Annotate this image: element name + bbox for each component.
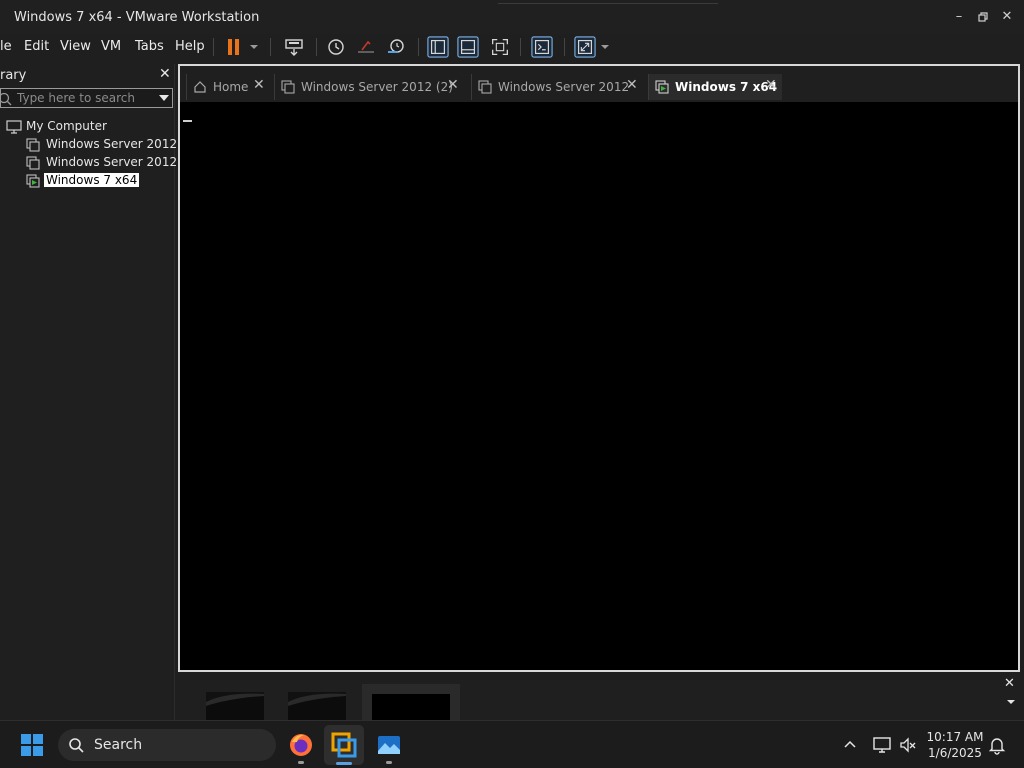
console-view-icon[interactable]: [530, 36, 554, 58]
vm-thumbnail[interactable]: [206, 692, 264, 720]
close-icon[interactable]: ✕: [996, 6, 1018, 28]
clock-date: 1/6/2025: [928, 746, 982, 760]
vm-icon: [26, 138, 40, 152]
tree-item-label: Windows Server 2012 (2): [46, 155, 198, 169]
menu-view[interactable]: View: [60, 39, 91, 54]
active-indicator: [336, 762, 352, 765]
toolbar-separator: [213, 38, 214, 56]
library-title: rary: [0, 68, 27, 83]
volume-muted-icon[interactable]: [898, 735, 918, 755]
taskbar-search-label: Search: [94, 737, 143, 753]
title-divider: [498, 0, 718, 4]
minimize-icon[interactable]: –: [948, 6, 970, 28]
tab-home[interactable]: Home ✕: [186, 74, 270, 100]
vm-icon: [478, 80, 492, 94]
vmware-icon[interactable]: [331, 732, 357, 758]
vm-running-icon: [26, 174, 40, 188]
thumbnail-bar: ✕: [178, 676, 1020, 720]
window-title: Windows 7 x64 - VMware Workstation: [14, 10, 260, 25]
menu-bar: le Edit View VM Tabs Help: [0, 34, 1024, 60]
tree-item-label: Windows 7 x64: [44, 173, 140, 187]
tab-windows-server-2012[interactable]: Windows Server 2012 ✕: [471, 74, 643, 100]
pause-icon[interactable]: [224, 36, 244, 58]
firefox-icon[interactable]: [288, 732, 314, 758]
toolbar-separator: [270, 38, 271, 56]
toolbar-separator: [316, 38, 317, 56]
restore-icon[interactable]: [972, 6, 994, 28]
chevron-down-icon[interactable]: [1006, 698, 1016, 706]
tab-label: Windows 7 x64: [675, 80, 778, 94]
photos-icon[interactable]: [376, 732, 402, 758]
title-bar: Windows 7 x64 - VMware Workstation – ✕: [0, 0, 1024, 34]
close-icon[interactable]: ✕: [447, 77, 459, 93]
text-cursor: [183, 120, 192, 122]
menu-vm[interactable]: VM: [101, 39, 121, 54]
toolbar-separator: [564, 38, 565, 56]
notification-bell-icon[interactable]: [988, 735, 1006, 755]
close-icon[interactable]: ✕: [626, 77, 638, 93]
toolbar-separator: [418, 38, 419, 56]
vm-icon: [26, 156, 40, 170]
stretch-guest-icon[interactable]: [573, 36, 597, 58]
home-icon: [194, 81, 206, 93]
menu-file[interactable]: le: [0, 39, 12, 54]
network-icon[interactable]: [872, 735, 892, 755]
vm-thumbnail-active[interactable]: [362, 684, 460, 720]
chevron-down-icon[interactable]: [248, 36, 260, 58]
vm-screen[interactable]: [180, 102, 1018, 670]
computer-icon: [6, 120, 22, 134]
search-icon: [0, 92, 12, 106]
running-indicator: [386, 761, 392, 764]
taskbar-search[interactable]: Search: [58, 729, 276, 761]
toolbar-separator: [520, 38, 521, 56]
search-icon: [69, 738, 84, 753]
menu-tabs[interactable]: Tabs: [135, 39, 164, 54]
chevron-down-icon[interactable]: [599, 36, 611, 58]
vm-thumbnail[interactable]: [288, 692, 346, 720]
tree-item-windows-server-2012-2[interactable]: Windows Server 2012 (2): [26, 154, 198, 172]
show-library-icon[interactable]: [426, 36, 450, 58]
tree-item-my-computer[interactable]: My Computer: [6, 118, 166, 136]
vm-content-area: Home ✕ Windows Server 2012 (2) ✕ Windows…: [178, 64, 1020, 672]
windows-start-icon[interactable]: [20, 733, 44, 757]
tree-item-windows-7-x64[interactable]: Windows 7 x64: [26, 172, 174, 190]
tab-strip: Home ✕ Windows Server 2012 (2) ✕ Windows…: [180, 66, 1018, 102]
library-search-box[interactable]: [0, 88, 173, 108]
running-indicator: [298, 761, 304, 764]
clock-time: 10:17 AM: [926, 730, 984, 744]
chevron-down-icon[interactable]: [159, 94, 169, 102]
menu-edit[interactable]: Edit: [24, 39, 49, 54]
tab-label: Windows Server 2012 (2): [301, 80, 453, 94]
snapshot-icon[interactable]: [324, 36, 348, 58]
chevron-up-icon[interactable]: [842, 737, 858, 753]
tab-windows-server-2012-2[interactable]: Windows Server 2012 (2) ✕: [274, 74, 466, 100]
close-icon[interactable]: ✕: [1004, 676, 1015, 691]
vm-icon: [281, 80, 295, 94]
taskbar: Search 10:17 AM 1/6/2025: [0, 720, 1024, 768]
system-clock[interactable]: 10:17 AM 1/6/2025: [924, 729, 986, 761]
tree-item-label: Windows Server 2012: [46, 137, 178, 151]
vm-running-icon: [655, 80, 669, 94]
tab-label: Windows Server 2012: [498, 80, 630, 94]
snapshot-manager-icon[interactable]: [384, 36, 408, 58]
tab-label: Home: [213, 80, 249, 94]
tree-item-windows-server-2012[interactable]: Windows Server 2012: [26, 136, 178, 154]
tab-windows-7-x64[interactable]: Windows 7 x64 ✕: [648, 74, 782, 100]
close-icon[interactable]: ✕: [253, 77, 265, 93]
library-panel: rary ✕ My Computer Windows Server 2012 W…: [0, 64, 198, 720]
menu-help[interactable]: Help: [175, 39, 205, 54]
full-screen-icon[interactable]: [488, 36, 512, 58]
search-input[interactable]: [17, 90, 155, 106]
show-thumbnail-bar-icon[interactable]: [456, 36, 480, 58]
revert-snapshot-icon[interactable]: [354, 36, 378, 58]
close-icon[interactable]: ✕: [159, 66, 171, 82]
tree-item-label: My Computer: [26, 119, 107, 133]
close-icon[interactable]: ✕: [765, 77, 777, 93]
send-keys-icon[interactable]: [282, 36, 306, 58]
